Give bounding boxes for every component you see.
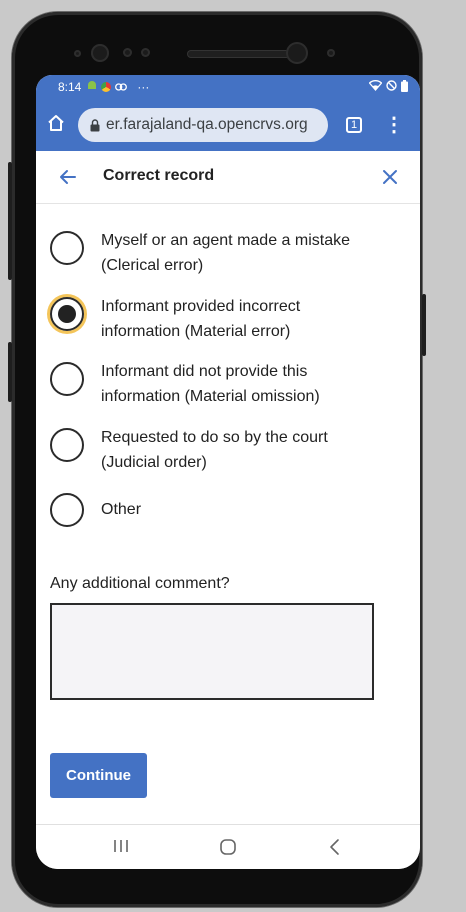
device-screen: 8:14 ··· er.farajaland-qa.opencrvs.org 1…	[36, 75, 420, 869]
reason-option-material-error[interactable]: Informant provided incorrect information…	[50, 294, 381, 344]
dnd-icon	[386, 80, 397, 94]
android-nav-bar	[36, 824, 420, 869]
back-arrow-icon[interactable]	[56, 165, 80, 189]
phone-frame: 8:14 ··· er.farajaland-qa.opencrvs.org 1…	[8, 12, 426, 907]
reason-option-other[interactable]: Other	[50, 490, 381, 530]
home-icon[interactable]	[46, 113, 66, 138]
android-icon	[87, 80, 97, 94]
front-camera-icon	[286, 42, 308, 64]
link-icon	[115, 80, 128, 94]
radio-label: Requested to do so by the court (Judicia…	[101, 429, 328, 471]
overflow-indicator: ···	[137, 80, 150, 94]
page-header: Correct record	[36, 151, 420, 204]
battery-icon	[401, 79, 408, 95]
comment-textarea[interactable]	[50, 603, 374, 700]
radio-button[interactable]	[50, 231, 84, 265]
radio-button[interactable]	[50, 428, 84, 462]
close-icon[interactable]	[378, 165, 402, 189]
radio-button[interactable]	[50, 493, 84, 527]
power-button	[8, 162, 12, 280]
radio-button-selected[interactable]	[50, 297, 84, 331]
address-bar[interactable]: er.farajaland-qa.opencrvs.org	[78, 108, 328, 142]
phone-top-bezel	[12, 34, 422, 74]
reason-option-judicial-order[interactable]: Requested to do so by the court (Judicia…	[50, 425, 381, 475]
sensor-icon	[327, 49, 335, 57]
sensor-icon	[74, 50, 81, 57]
status-time: 8:14	[58, 80, 82, 94]
page-title: Correct record	[103, 167, 215, 184]
url-text: er.farajaland-qa.opencrvs.org	[106, 116, 308, 133]
comment-label: Any additional comment?	[50, 575, 230, 592]
lock-icon	[90, 118, 100, 132]
status-bar: 8:14 ···	[36, 75, 420, 99]
radio-label: Informant provided incorrect information…	[101, 298, 301, 340]
system-icons	[368, 79, 408, 95]
side-key	[422, 294, 426, 356]
radio-button[interactable]	[50, 362, 84, 396]
reason-option-clerical-error[interactable]: Myself or an agent made a mistake (Cleri…	[50, 228, 381, 278]
radio-label: Myself or an agent made a mistake (Cleri…	[101, 232, 351, 274]
radio-label: Informant did not provide this informati…	[101, 363, 320, 405]
earpiece-speaker	[187, 50, 297, 58]
sensor-icon	[141, 48, 150, 57]
volume-button	[8, 342, 12, 402]
notification-icons: ···	[87, 80, 149, 94]
home-button-icon[interactable]	[219, 838, 237, 861]
recent-apps-icon[interactable]	[113, 839, 129, 858]
browser-menu-button[interactable]: ⋮	[384, 115, 404, 135]
wifi-icon	[368, 80, 383, 94]
browser-toolbar: er.farajaland-qa.opencrvs.org 1 ⋮	[36, 99, 420, 151]
reason-option-material-omission[interactable]: Informant did not provide this informati…	[50, 359, 381, 409]
sensor-icon	[123, 48, 132, 57]
tab-switcher-button[interactable]: 1	[346, 117, 362, 133]
nav-back-icon[interactable]	[328, 838, 342, 861]
front-camera-icon	[91, 44, 109, 62]
continue-button[interactable]: Continue	[50, 753, 147, 798]
radio-label: Other	[101, 501, 142, 518]
chrome-icon	[101, 82, 112, 92]
